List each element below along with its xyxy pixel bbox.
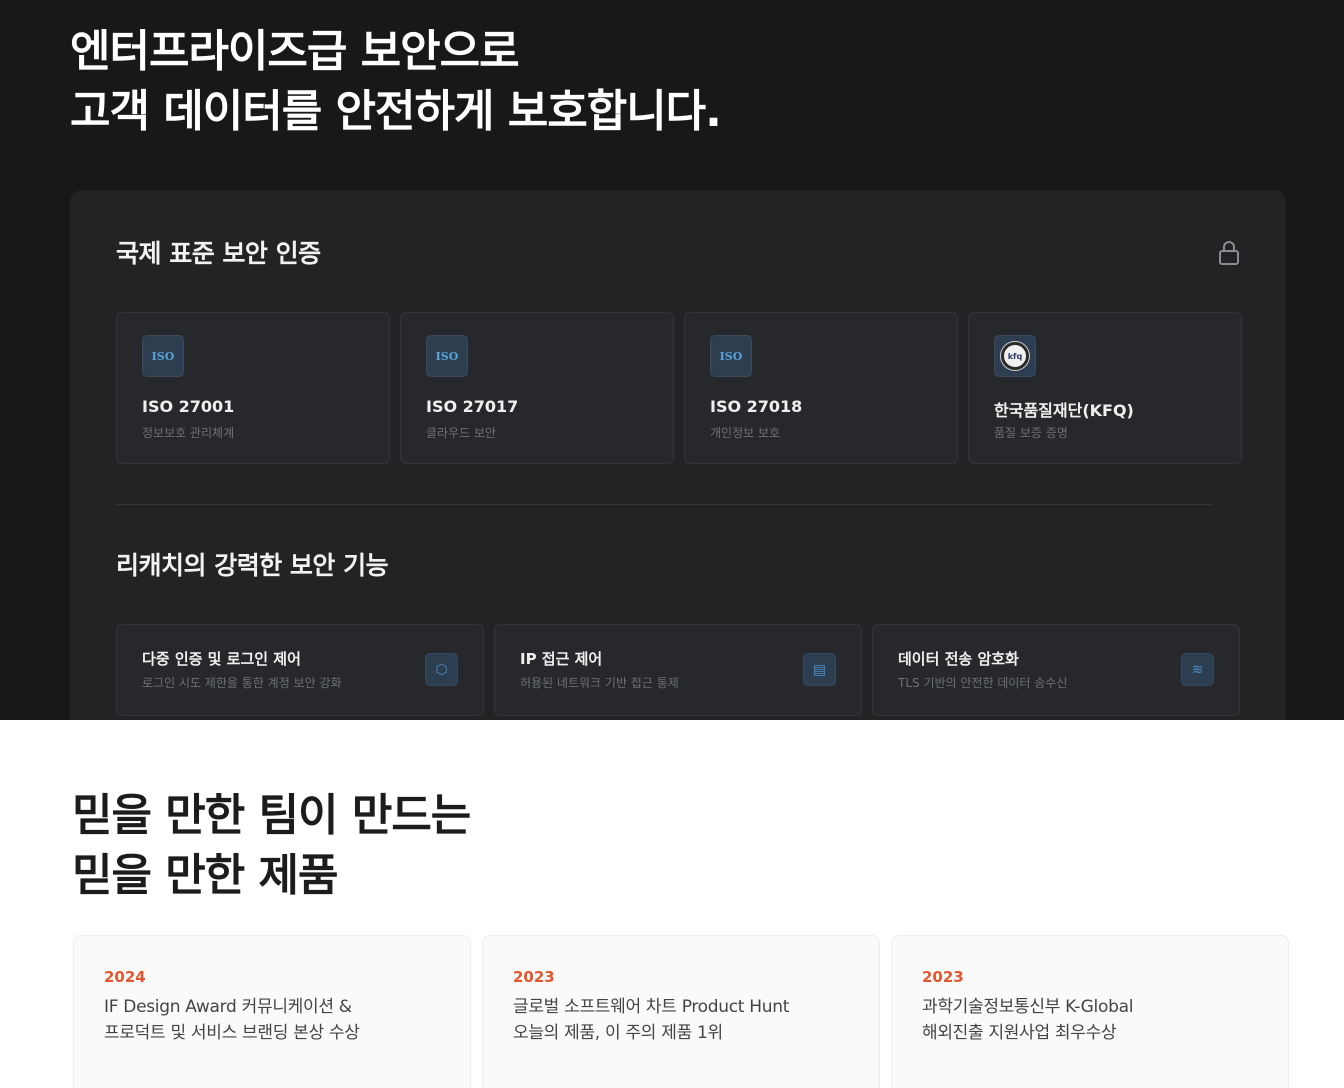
cert-card-iso27018: ISO ISO 27018 개인정보 보호 — [684, 312, 958, 464]
award-year: 2024 — [104, 968, 146, 986]
database-icon: ▤ — [803, 653, 836, 686]
cert-desc: 개인정보 보호 — [710, 426, 781, 440]
award-year: 2023 — [513, 968, 555, 986]
award-card: 2023 글로벌 소프트웨어 차트 Product Hunt 오늘의 제품, 이… — [482, 935, 880, 1088]
iso-badge-icon: ISO — [710, 335, 752, 377]
certifications-heading: 국제 표준 보안 인증 — [116, 239, 321, 268]
cert-card-iso27001: ISO ISO 27001 정보보호 관리체계 — [116, 312, 390, 464]
feature-title: 다중 인증 및 로그인 제어 — [142, 650, 301, 668]
cert-name: ISO 27017 — [426, 397, 519, 416]
security-section: 엔터프라이즈급 보안으로 고객 데이터를 안전하게 보호합니다. 국제 표준 보… — [0, 0, 1344, 720]
award-line: 오늘의 제품, 이 주의 제품 1위 — [513, 1023, 723, 1043]
award-line: 프로덕트 및 서비스 브랜딩 본상 수상 — [104, 1023, 360, 1043]
kfq-badge-icon: kfq — [994, 335, 1036, 377]
cert-desc: 클라우드 보안 — [426, 426, 497, 440]
cert-name: ISO 27001 — [142, 397, 235, 416]
feature-desc: TLS 기반의 안전한 데이터 송수신 — [898, 676, 1068, 690]
award-text: 과학기술정보통신부 K-Global 해외진출 지원사업 최우수상 — [922, 994, 1133, 1046]
cert-name: ISO 27018 — [710, 397, 803, 416]
feature-card-encryption: 데이터 전송 암호화 TLS 기반의 안전한 데이터 송수신 ≋ — [872, 624, 1240, 716]
iso-badge-icon: ISO — [142, 335, 184, 377]
award-line: 과학기술정보통신부 K-Global — [922, 997, 1134, 1017]
feature-title: IP 접근 제어 — [520, 650, 603, 668]
feature-card-mfa: 다중 인증 및 로그인 제어 로그인 시도 제한을 통한 계정 보안 강화 ⬡ — [116, 624, 484, 716]
shield-icon: ⬡ — [425, 653, 458, 686]
award-text: IF Design Award 커뮤니케이션 & 프로덕트 및 서비스 브랜딩 … — [104, 994, 360, 1046]
feature-title: 데이터 전송 암호화 — [898, 650, 1019, 668]
cert-desc: 정보보호 관리체계 — [142, 426, 235, 440]
rss-icon: ≋ — [1181, 653, 1214, 686]
lock-icon — [1219, 241, 1239, 265]
cert-name: 한국품질재단(KFQ) — [994, 401, 1134, 420]
award-line: 해외진출 지원사업 최우수상 — [922, 1023, 1117, 1043]
feature-desc: 로그인 시도 제한을 통한 계정 보안 강화 — [142, 676, 342, 690]
cert-card-iso27017: ISO ISO 27017 클라우드 보안 — [400, 312, 674, 464]
trust-title: 믿을 만한 팀이 만드는 믿을 만한 제품 — [72, 786, 471, 906]
cert-desc: 품질 보증 증명 — [994, 426, 1068, 440]
award-line: 글로벌 소프트웨어 차트 Product Hunt — [513, 997, 790, 1017]
feature-card-ip: IP 접근 제어 허용된 네트워크 기반 접근 통제 ▤ — [494, 624, 862, 716]
hero-title-line2: 고객 데이터를 안전하게 보호합니다. — [70, 86, 722, 137]
hero-title-line1: 엔터프라이즈급 보안으로 — [70, 26, 520, 77]
features-heading: 리캐치의 강력한 보안 기능 — [116, 551, 389, 580]
security-panel: 국제 표준 보안 인증 ISO ISO 27001 정보보호 관리체계 ISO … — [70, 190, 1286, 720]
feature-desc: 허용된 네트워크 기반 접근 통제 — [520, 676, 679, 690]
award-card: 2023 과학기술정보통신부 K-Global 해외진출 지원사업 최우수상 — [891, 935, 1289, 1088]
iso-badge-icon: ISO — [426, 335, 468, 377]
award-line: IF Design Award 커뮤니케이션 & — [104, 997, 352, 1017]
trust-title-line2: 믿을 만한 제품 — [72, 850, 339, 901]
trust-title-line1: 믿을 만한 팀이 만드는 — [72, 790, 471, 841]
award-card: 2024 IF Design Award 커뮤니케이션 & 프로덕트 및 서비스… — [73, 935, 471, 1088]
section-divider — [116, 504, 1212, 505]
hero-title: 엔터프라이즈급 보안으로 고객 데이터를 안전하게 보호합니다. — [70, 22, 722, 142]
award-text: 글로벌 소프트웨어 차트 Product Hunt 오늘의 제품, 이 주의 제… — [513, 994, 789, 1046]
award-year: 2023 — [922, 968, 964, 986]
cert-card-kfq: kfq 한국품질재단(KFQ) 품질 보증 증명 — [968, 312, 1242, 464]
